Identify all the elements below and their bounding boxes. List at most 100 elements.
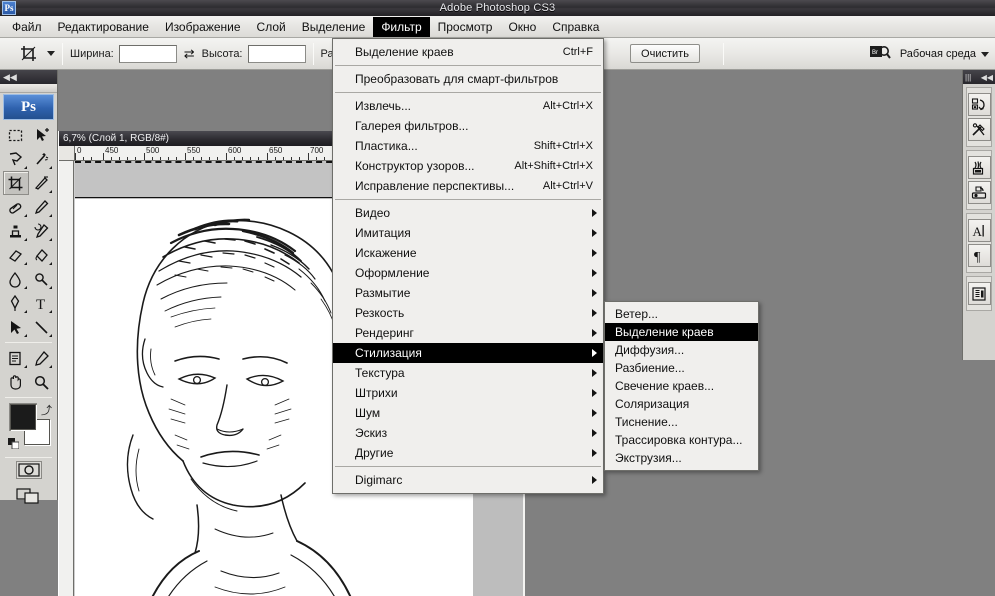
menu-item-liquify[interactable]: Пластика... Shift+Ctrl+X xyxy=(333,136,603,156)
screen-mode-icon[interactable] xyxy=(15,487,42,505)
menu-item-render[interactable]: Рендеринг xyxy=(333,323,603,343)
submenu-item-find-edges[interactable]: Выделение краев xyxy=(605,323,758,341)
menu-item-artistic[interactable]: Имитация xyxy=(333,223,603,243)
menu-file[interactable]: Файл xyxy=(4,17,50,37)
submenu-item-glowing-edges[interactable]: Свечение краев... xyxy=(605,377,758,395)
paragraph-panel-button[interactable]: ¶ xyxy=(967,244,991,267)
dock-grip[interactable]: ||| ◀◀ xyxy=(963,70,995,84)
crop-width-input[interactable] xyxy=(118,44,177,63)
menu-item-blur[interactable]: Размытие xyxy=(333,283,603,303)
menu-item-last-filter[interactable]: Выделение краев Ctrl+F xyxy=(333,42,603,62)
collapse-panel-icon[interactable]: ◀◀ xyxy=(981,73,993,82)
swap-colors-icon[interactable]: ⤴ xyxy=(41,402,52,418)
menu-item-brush-strokes[interactable]: Штрихи xyxy=(333,383,603,403)
gradient-tool[interactable] xyxy=(29,243,55,267)
blur-tool[interactable] xyxy=(3,267,29,291)
magic-wand-tool[interactable] xyxy=(29,147,55,171)
menu-window[interactable]: Окно xyxy=(500,17,544,37)
marquee-tool[interactable] xyxy=(3,123,29,147)
layer-comps-panel-button[interactable] xyxy=(967,282,991,305)
window-titlebar: Ps Adobe Photoshop CS3 xyxy=(0,0,995,16)
type-tool[interactable]: T xyxy=(29,291,55,315)
panel-grip-icon: ||| xyxy=(965,72,972,82)
menu-item-stylize[interactable]: Стилизация xyxy=(333,343,603,363)
tool-presets-panel-button[interactable] xyxy=(967,118,991,141)
menu-item-other[interactable]: Другие xyxy=(333,443,603,463)
line-tool[interactable] xyxy=(29,315,55,339)
menu-item-label: Пластика... xyxy=(355,139,418,153)
zoom-tool[interactable] xyxy=(29,370,55,394)
photoshop-window: Ps Adobe Photoshop CS3 Файл Редактирован… xyxy=(0,0,995,596)
submenu-item-solarize[interactable]: Соляризация xyxy=(605,395,758,413)
brushes-panel-button[interactable] xyxy=(967,156,991,179)
crop-tool[interactable] xyxy=(3,171,29,195)
submenu-item-extrude[interactable]: Экструзия... xyxy=(605,449,758,467)
notes-tool[interactable] xyxy=(3,346,29,370)
workspace-label[interactable]: Рабочая среда xyxy=(900,48,976,60)
menu-item-shortcut: Alt+Ctrl+V xyxy=(542,180,593,192)
submenu-item-diffuse[interactable]: Диффузия... xyxy=(605,341,758,359)
slice-tool[interactable] xyxy=(29,171,55,195)
menu-view[interactable]: Просмотр xyxy=(430,17,501,37)
menu-item-sharpen[interactable]: Резкость xyxy=(333,303,603,323)
lasso-tool[interactable] xyxy=(3,147,29,171)
submenu-item-wind[interactable]: Ветер... xyxy=(605,305,758,323)
quick-mask-icon[interactable] xyxy=(15,461,42,479)
submenu-arrow-icon xyxy=(592,269,597,277)
foreground-color-swatch[interactable] xyxy=(10,404,36,430)
crop-tool-icon[interactable] xyxy=(16,42,42,66)
history-brush-tool[interactable] xyxy=(29,219,55,243)
menu-item-digimarc[interactable]: Digimarc xyxy=(333,470,603,490)
clone-stamp-tool[interactable] xyxy=(3,219,29,243)
swap-dimensions-icon[interactable]: ⇄ xyxy=(184,46,195,62)
workspace-chevron-down-icon[interactable] xyxy=(981,51,989,57)
submenu-item-tiles[interactable]: Разбиение... xyxy=(605,359,758,377)
submenu-item-emboss[interactable]: Тиснение... xyxy=(605,413,758,431)
menu-item-video[interactable]: Видео xyxy=(333,203,603,223)
character-panel-button[interactable]: A xyxy=(967,219,991,242)
tool-palette-grip[interactable]: ◀◀ xyxy=(0,70,57,84)
tool-preset-chevron-down-icon[interactable] xyxy=(47,51,55,56)
clone-source-panel-button[interactable] xyxy=(967,181,991,204)
move-tool[interactable] xyxy=(29,123,55,147)
path-selection-tool[interactable] xyxy=(3,315,29,339)
brush-tool[interactable] xyxy=(29,195,55,219)
eraser-tool[interactable] xyxy=(3,243,29,267)
menu-item-shortcut: Shift+Ctrl+X xyxy=(533,140,593,152)
options-divider-1 xyxy=(62,42,63,65)
eyedropper-tool[interactable] xyxy=(29,346,55,370)
svg-text:A: A xyxy=(973,224,983,239)
healing-brush-tool[interactable] xyxy=(3,195,29,219)
ruler-tick-label: 450 xyxy=(105,146,119,155)
menu-layer[interactable]: Слой xyxy=(249,17,294,37)
default-colors-icon[interactable] xyxy=(8,436,20,450)
tool-divider-1 xyxy=(5,342,52,343)
menu-item-noise[interactable]: Шум xyxy=(333,403,603,423)
clear-button[interactable]: Очистить xyxy=(630,44,700,63)
menu-item-sketch[interactable]: Эскиз xyxy=(333,423,603,443)
menu-item-filter-gallery[interactable]: Галерея фильтров... xyxy=(333,116,603,136)
menu-item-convert-smart-filters[interactable]: Преобразовать для смарт-фильтров xyxy=(333,69,603,89)
menu-item-distort[interactable]: Искажение xyxy=(333,243,603,263)
collapse-panel-icon[interactable]: ◀◀ xyxy=(3,72,17,82)
options-divider-3 xyxy=(723,42,724,65)
menu-item-vanishing-point[interactable]: Исправление перспективы... Alt+Ctrl+V xyxy=(333,176,603,196)
menu-image[interactable]: Изображение xyxy=(157,17,249,37)
crop-height-input[interactable] xyxy=(247,44,306,63)
menu-item-texture[interactable]: Текстура xyxy=(333,363,603,383)
hand-tool[interactable] xyxy=(3,370,29,394)
menu-item-label: Галерея фильтров... xyxy=(355,119,469,133)
menu-item-extract[interactable]: Извлечь... Alt+Ctrl+X xyxy=(333,96,603,116)
dodge-tool[interactable] xyxy=(29,267,55,291)
history-panel-button[interactable] xyxy=(967,93,991,116)
go-to-bridge-icon[interactable]: Br xyxy=(868,42,892,67)
pen-tool[interactable] xyxy=(3,291,29,315)
menu-select[interactable]: Выделение xyxy=(294,17,374,37)
menu-edit[interactable]: Редактирование xyxy=(50,17,157,37)
menu-help[interactable]: Справка xyxy=(544,17,607,37)
submenu-item-trace-contour[interactable]: Трассировка контура... xyxy=(605,431,758,449)
menu-item-pattern-maker[interactable]: Конструктор узоров... Alt+Shift+Ctrl+X xyxy=(333,156,603,176)
menu-item-pixelate[interactable]: Оформление xyxy=(333,263,603,283)
right-panel-dock: ||| ◀◀ A ¶ xyxy=(962,70,995,360)
menu-filter[interactable]: Фильтр xyxy=(373,16,430,37)
